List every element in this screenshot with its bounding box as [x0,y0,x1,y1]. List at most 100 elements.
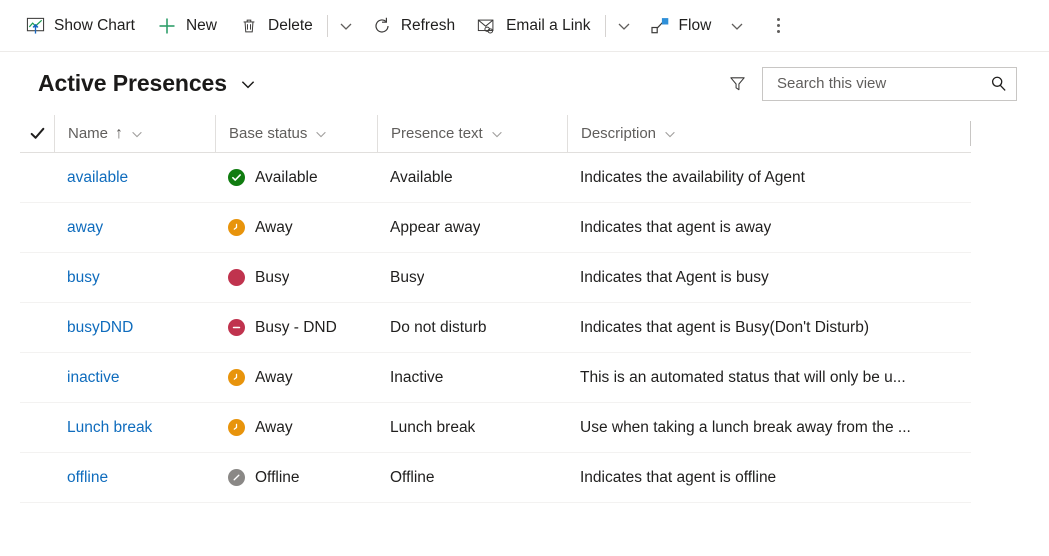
chevron-down-icon [618,23,629,30]
chevron-down-icon [731,23,743,30]
cell-presence-text: Available [377,153,567,202]
table-row[interactable]: Lunch break Away Lunch break Use when ta… [20,403,971,453]
chevron-down-icon[interactable] [314,127,328,141]
search-box[interactable] [762,66,1017,101]
plus-icon [157,16,177,36]
record-link[interactable]: Lunch break [67,419,152,437]
flow-icon [650,16,670,36]
row-checkbox[interactable] [20,403,54,452]
base-status-label: Away [255,218,293,236]
column-header-presence-text[interactable]: Presence text [377,115,567,152]
table-row[interactable]: available Available Available Indicates … [20,153,971,203]
description-value: Indicates that agent is away [580,218,772,236]
search-icon[interactable] [988,74,1008,94]
available-check-icon [228,169,245,186]
row-checkbox[interactable] [20,303,54,352]
table-row[interactable]: away Away Appear away Indicates that age… [20,203,971,253]
base-status-label: Away [255,418,293,436]
refresh-button[interactable]: Refresh [361,7,466,45]
record-link[interactable]: busy [67,269,100,287]
row-checkbox[interactable] [20,203,54,252]
flow-chevron[interactable] [722,7,752,45]
table-row[interactable]: offline Offline Offline Indicates that a… [20,453,971,503]
row-checkbox[interactable] [20,353,54,402]
presence-text-value: Do not disturb [390,318,487,336]
select-all-checkbox[interactable] [20,115,54,152]
presence-text-value: Offline [390,468,435,486]
more-commands-button[interactable] [762,7,794,45]
cell-description: Indicates the availability of Agent [567,153,971,202]
new-label: New [185,16,217,34]
record-link[interactable]: away [67,219,103,237]
description-value: Indicates the availability of Agent [580,168,805,186]
row-checkbox[interactable] [20,253,54,302]
command-bar: Show Chart New Delete Refresh Email a Li… [0,0,1049,52]
record-link[interactable]: inactive [67,369,120,387]
show-chart-button[interactable]: Show Chart [14,7,146,45]
flow-button[interactable]: Flow [639,7,723,45]
flow-label: Flow [678,16,712,34]
base-status-label: Offline [255,468,300,486]
cell-name: offline [54,453,215,502]
email-more-chevron[interactable] [609,7,639,45]
column-header-description[interactable]: Description [567,115,971,152]
cell-base-status: Away [215,403,377,452]
away-clock-icon [228,369,245,386]
away-clock-icon [228,419,245,436]
sort-ascending-icon: ↑ [115,124,124,142]
description-value: Indicates that Agent is busy [580,268,769,286]
record-link[interactable]: busyDND [67,319,133,337]
row-checkbox[interactable] [20,453,54,502]
cell-base-status: Busy - DND [215,303,377,352]
record-link[interactable]: available [67,169,128,187]
row-checkbox[interactable] [20,153,54,202]
cell-presence-text: Lunch break [377,403,567,452]
cell-base-status: Offline [215,453,377,502]
presence-text-value: Busy [390,268,425,286]
cell-base-status: Busy [215,253,377,302]
description-value: Use when taking a lunch break away from … [580,418,911,436]
checkmark-icon [30,127,44,139]
email-link-icon [477,16,497,36]
base-status-label: Busy - DND [255,318,337,336]
busy-filled-circle-icon [228,269,245,286]
presence-text-value: Inactive [390,368,444,386]
column-header-base-status[interactable]: Base status [215,115,377,152]
delete-more-chevron[interactable] [331,7,361,45]
view-header: Active Presences [0,52,1049,115]
cell-name: available [54,153,215,202]
column-header-name[interactable]: Name ↑ [54,115,215,152]
filter-button[interactable] [720,67,754,101]
table-row[interactable]: inactive Away Inactive This is an automa… [20,353,971,403]
description-value: This is an automated status that will on… [580,368,906,386]
show-chart-label: Show Chart [54,16,135,34]
presence-text-value: Lunch break [390,418,476,436]
search-input[interactable] [775,74,988,93]
cell-description: Indicates that agent is away [567,203,971,252]
table-row[interactable]: busyDND Busy - DND Do not disturb Indica… [20,303,971,353]
presence-text-value: Appear away [390,218,481,236]
show-chart-icon [25,16,45,36]
cell-description: Indicates that agent is offline [567,453,971,502]
email-a-link-button[interactable]: Email a Link [466,7,601,45]
chevron-down-icon[interactable] [663,127,677,141]
record-link[interactable]: offline [67,469,108,487]
chevron-down-icon[interactable] [130,127,144,141]
new-button[interactable]: New [146,7,228,45]
column-resize-handle[interactable] [970,121,971,146]
delete-button[interactable]: Delete [228,7,324,45]
base-status-label: Busy [255,268,290,286]
chevron-down-icon[interactable] [490,127,504,141]
command-divider-1 [326,14,328,37]
refresh-icon [372,16,392,36]
table-row[interactable]: busy Busy Busy Indicates that Agent is b… [20,253,971,303]
view-selector[interactable]: Active Presences [38,70,257,97]
delete-label: Delete [268,16,313,34]
cell-description: Indicates that Agent is busy [567,253,971,302]
cell-presence-text: Appear away [377,203,567,252]
cell-presence-text: Offline [377,453,567,502]
column-header-label: Base status [229,125,308,142]
cell-base-status: Away [215,203,377,252]
column-header-label: Name [68,125,109,142]
base-status-label: Available [255,168,318,186]
